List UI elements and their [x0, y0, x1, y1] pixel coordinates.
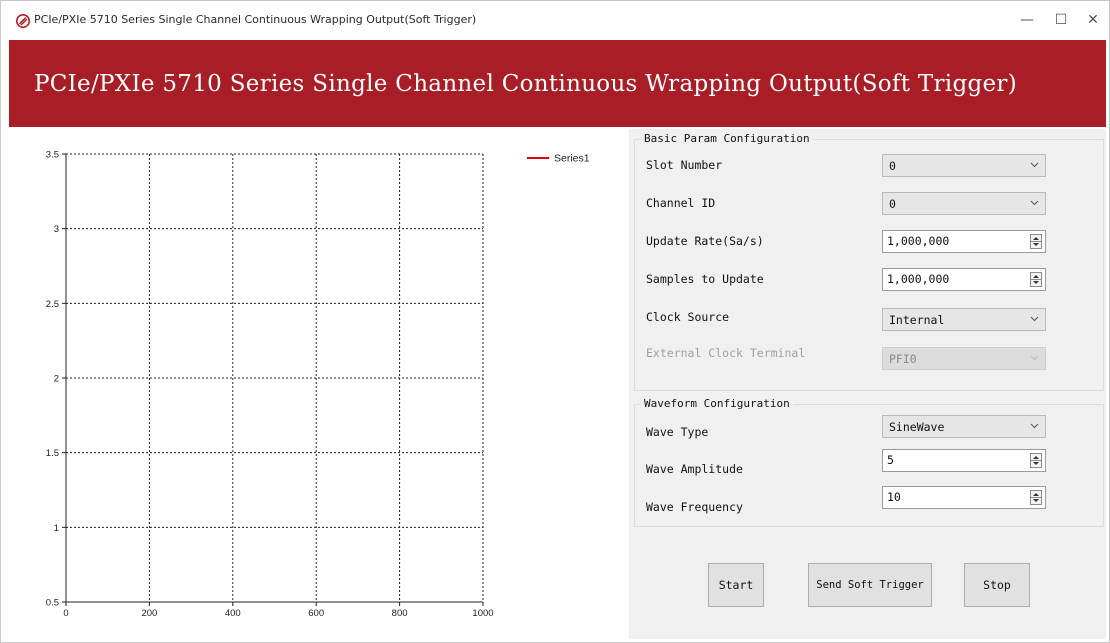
stop-button[interactable]: Stop: [964, 563, 1030, 607]
legend-label: Series1: [554, 153, 590, 165]
wave-amplitude-input[interactable]: 5: [882, 449, 1046, 472]
external-clock-terminal-select: PFI0: [882, 347, 1046, 370]
samples-to-update-label: Samples to Update: [646, 272, 764, 286]
waveform-config-group: Waveform Configuration Wave Type SineWav…: [634, 397, 1104, 527]
config-panel: Basic Param Configuration Slot Number 0 …: [629, 129, 1106, 639]
chevron-down-icon: [1030, 316, 1039, 322]
spinner-arrows-icon[interactable]: [1030, 453, 1042, 468]
x-tick-label: 200: [141, 608, 157, 619]
clock-source-value: Internal: [889, 313, 945, 327]
chevron-down-icon: [1030, 423, 1039, 429]
spinner-arrows-icon[interactable]: [1030, 490, 1042, 505]
x-tick-label: 800: [392, 608, 408, 619]
title-bar[interactable]: PCIe/PXIe 5710 Series Single Channel Con…: [1, 1, 1109, 39]
wave-frequency-input[interactable]: 10: [882, 486, 1046, 509]
header-banner: PCIe/PXIe 5710 Series Single Channel Con…: [9, 40, 1106, 127]
channel-id-value: 0: [889, 197, 896, 211]
update-rate-label: Update Rate(Sa/s): [646, 234, 764, 248]
wave-amplitude-value: 5: [887, 453, 894, 467]
x-tick-label: 1000: [472, 608, 493, 619]
start-button[interactable]: Start: [708, 563, 764, 607]
wave-type-select[interactable]: SineWave: [882, 415, 1046, 438]
wave-type-label: Wave Type: [646, 425, 709, 439]
clock-source-select[interactable]: Internal: [882, 308, 1046, 331]
wave-frequency-value: 10: [887, 490, 901, 504]
x-tick-label: 400: [225, 608, 241, 619]
waveform-chart: 0.5 1 1.5 2 2.5 3 3.5 0 200 400 600 800 1000 Series1: [9, 129, 629, 639]
minimize-button[interactable]: —: [1014, 9, 1040, 31]
external-clock-terminal-label: External Clock Terminal: [646, 346, 806, 360]
slot-number-label: Slot Number: [646, 158, 723, 172]
basic-param-group-title: Basic Param Configuration: [641, 132, 813, 145]
chevron-down-icon: [1030, 355, 1039, 361]
y-tick-label: 3: [54, 224, 59, 235]
waveform-config-group-title: Waveform Configuration: [641, 397, 793, 410]
y-tick-label: 0.5: [46, 598, 59, 609]
send-soft-trigger-button[interactable]: Send Soft Trigger: [808, 563, 932, 607]
chart-svg: 0.5 1 1.5 2 2.5 3 3.5 0 200 400 600 800 1000 Series1: [46, 150, 590, 620]
update-rate-value: 1,000,000: [887, 234, 950, 248]
spinner-arrows-icon[interactable]: [1030, 234, 1042, 249]
channel-id-select[interactable]: 0: [882, 192, 1046, 215]
chevron-down-icon: [1030, 200, 1039, 206]
y-tick-label: 1: [54, 523, 59, 534]
samples-to-update-value: 1,000,000: [887, 272, 950, 286]
y-tick-label: 3.5: [46, 150, 59, 161]
x-tick-label: 0: [63, 608, 68, 619]
slot-number-value: 0: [889, 159, 896, 173]
slot-number-select[interactable]: 0: [882, 154, 1046, 177]
y-tick-label: 2: [54, 374, 59, 385]
x-tick-label: 600: [308, 608, 324, 619]
app-logo-icon: [16, 14, 30, 28]
chevron-down-icon: [1030, 162, 1039, 168]
maximize-button[interactable]: ☐: [1048, 9, 1074, 31]
clock-source-label: Clock Source: [646, 310, 730, 324]
banner-title: PCIe/PXIe 5710 Series Single Channel Con…: [34, 71, 1017, 97]
app-window: PCIe/PXIe 5710 Series Single Channel Con…: [0, 0, 1110, 643]
basic-param-group: Basic Param Configuration Slot Number 0 …: [634, 132, 1104, 391]
channel-id-label: Channel ID: [646, 196, 716, 210]
update-rate-input[interactable]: 1,000,000: [882, 230, 1046, 253]
external-clock-terminal-value: PFI0: [889, 352, 917, 366]
close-button[interactable]: ✕: [1080, 9, 1106, 31]
y-tick-label: 2.5: [46, 299, 59, 310]
samples-to-update-input[interactable]: 1,000,000: [882, 268, 1046, 291]
y-tick-label: 1.5: [46, 448, 59, 459]
spinner-arrows-icon[interactable]: [1030, 272, 1042, 287]
wave-amplitude-label: Wave Amplitude: [646, 462, 743, 476]
wave-type-value: SineWave: [889, 420, 945, 434]
wave-frequency-label: Wave Frequency: [646, 500, 743, 514]
window-title: PCIe/PXIe 5710 Series Single Channel Con…: [34, 13, 477, 26]
